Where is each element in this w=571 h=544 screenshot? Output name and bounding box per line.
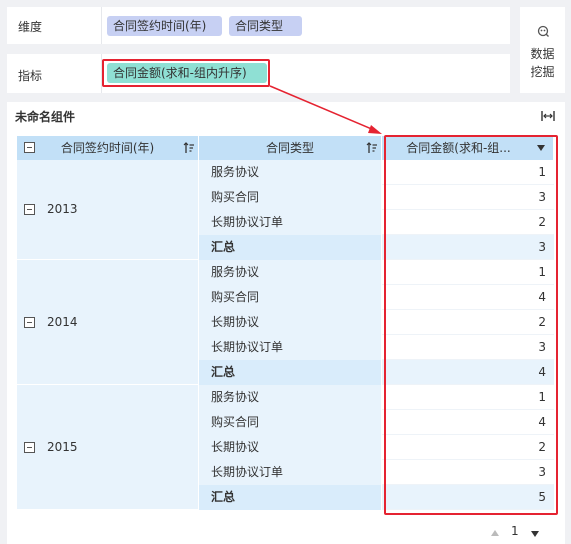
header-type[interactable]: 合同类型 xyxy=(199,136,382,160)
type-cell: 服务协议 xyxy=(199,160,382,185)
component-title: 未命名组件 xyxy=(15,110,76,124)
sort-icon[interactable] xyxy=(183,142,195,154)
type-cell: 长期协议 xyxy=(199,310,382,335)
type-cell: 长期协议订单 xyxy=(199,210,382,235)
type-cell: 长期协议订单 xyxy=(199,335,382,360)
collapse-icon[interactable] xyxy=(24,316,35,328)
year-label: 2014 xyxy=(47,314,78,329)
dimension-divider xyxy=(101,7,102,44)
collapse-icon[interactable] xyxy=(24,204,35,215)
data-mining-label: 数据挖掘 xyxy=(520,45,565,81)
type-cell: 汇总 xyxy=(199,485,382,510)
year-cell: 2014 xyxy=(17,260,199,385)
year-cell: 2013 xyxy=(17,160,199,260)
type-cell: 汇总 xyxy=(199,360,382,385)
metric-label: 指标 xyxy=(18,69,43,83)
data-mining-text: 数据挖掘 xyxy=(530,47,555,79)
pagination: 1 xyxy=(487,522,557,542)
next-page-icon[interactable] xyxy=(531,531,539,537)
year-cell: 2015 xyxy=(17,385,199,510)
table-component: 未命名组件 合同签约时间(年) 合同类型 合同金额(求和-组... 2013 服… xyxy=(7,102,565,544)
sort-icon[interactable] xyxy=(366,142,378,154)
header-year-label: 合同签约时间(年) xyxy=(60,141,155,155)
collapse-icon[interactable] xyxy=(24,441,35,453)
type-cell: 服务协议 xyxy=(199,385,382,410)
data-mining-button[interactable]: 数据挖掘 xyxy=(520,7,565,93)
amount-column-highlight-box xyxy=(384,135,558,515)
header-type-label: 合同类型 xyxy=(265,141,314,155)
type-cell: 购买合同 xyxy=(199,285,382,310)
data-mining-icon xyxy=(537,25,549,37)
type-cell: 长期协议订单 xyxy=(199,460,382,485)
dimension-pill-year[interactable]: 合同签约时间(年) xyxy=(107,16,222,36)
year-label: 2015 xyxy=(47,439,78,454)
type-cell: 购买合同 xyxy=(199,185,382,210)
prev-page-icon[interactable] xyxy=(491,530,499,536)
dimension-pill-type[interactable]: 合同类型 xyxy=(229,16,302,36)
type-cell: 长期协议 xyxy=(199,435,382,460)
page-number: 1 xyxy=(511,524,519,538)
type-cell: 服务协议 xyxy=(199,260,382,285)
dimension-label: 维度 xyxy=(18,20,43,34)
type-cell: 汇总 xyxy=(199,235,382,260)
metric-highlight-box xyxy=(102,59,270,87)
year-label: 2013 xyxy=(47,202,78,216)
header-year[interactable]: 合同签约时间(年) xyxy=(17,136,199,160)
type-cell: 购买合同 xyxy=(199,410,382,435)
fit-width-icon[interactable] xyxy=(541,110,555,122)
